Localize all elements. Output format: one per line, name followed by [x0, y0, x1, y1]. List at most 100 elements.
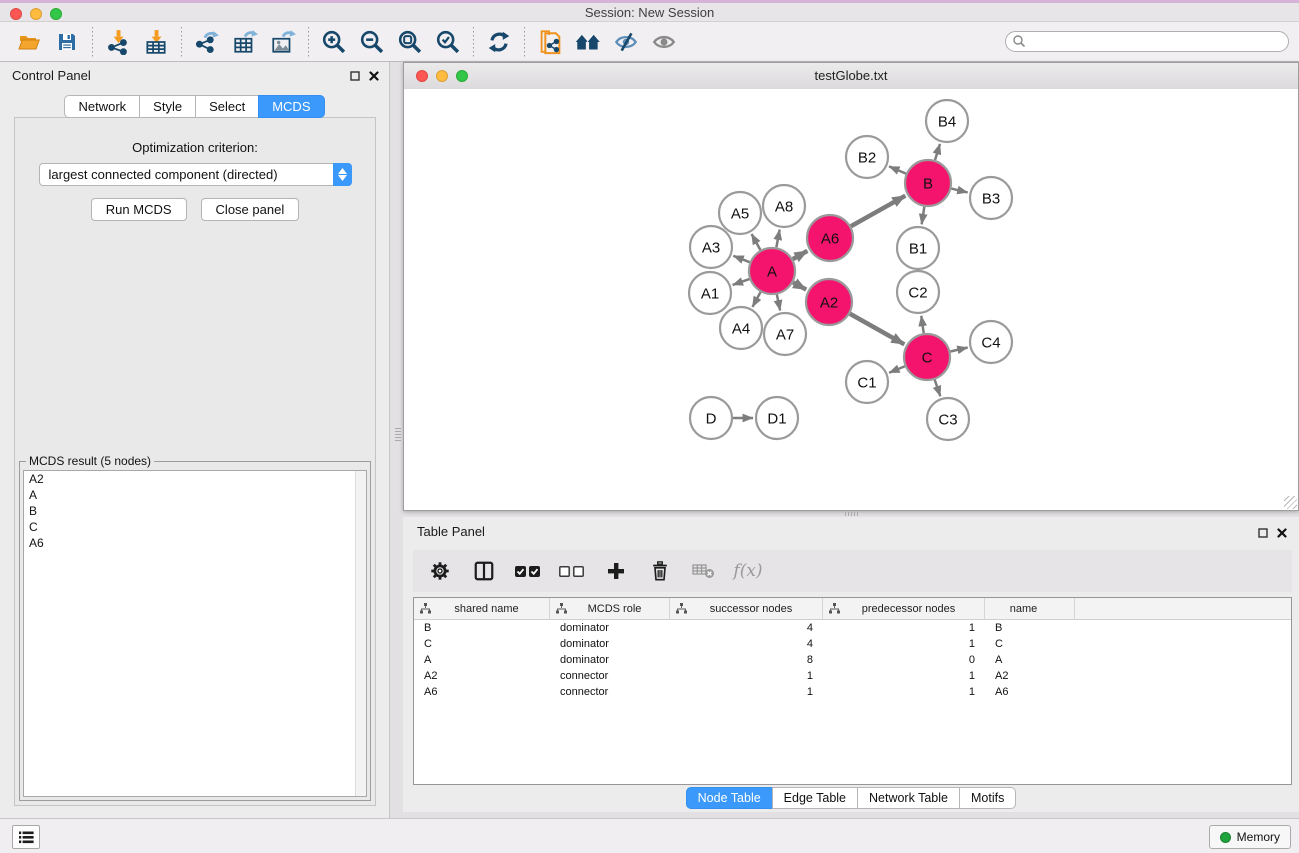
- graph-edge-B-B4[interactable]: [935, 144, 940, 160]
- close-panel-button[interactable]: Close panel: [201, 198, 300, 221]
- mcds-result-item[interactable]: C: [24, 519, 366, 535]
- window-resize-grip[interactable]: [1284, 496, 1297, 509]
- open-folder-icon[interactable]: [10, 25, 48, 59]
- mcds-result-item[interactable]: B: [24, 503, 366, 519]
- add-column-icon[interactable]: [601, 554, 631, 588]
- function-builder-icon[interactable]: f(x): [733, 554, 763, 588]
- memory-button[interactable]: Memory: [1209, 825, 1291, 849]
- hide-visibility-icon[interactable]: [607, 25, 645, 59]
- graph-edge-A-A3[interactable]: [733, 256, 749, 262]
- import-network-icon[interactable]: [99, 25, 137, 59]
- graph-edge-B-B1[interactable]: [922, 207, 925, 225]
- column-header-predecessor-nodes[interactable]: predecessor nodes: [823, 598, 985, 619]
- graph-edge-A-A2[interactable]: [793, 282, 806, 289]
- graph-edge-C-C2[interactable]: [921, 316, 923, 333]
- graph-node-B4[interactable]: B4: [926, 100, 968, 142]
- mcds-result-item[interactable]: A6: [24, 535, 366, 551]
- export-image-icon[interactable]: [264, 25, 302, 59]
- graph-edge-B-B2[interactable]: [889, 166, 906, 173]
- show-visibility-icon[interactable]: [645, 25, 683, 59]
- optimization-criterion-select[interactable]: largest connected component (directed): [39, 163, 352, 186]
- network-canvas[interactable]: A A1 A2 A3 A4 A5 A6 A7 A8 B B1 B2 B3B4 C C1 C2 C3C4 D D1: [404, 89, 1298, 510]
- graph-edge-A-A4[interactable]: [752, 292, 760, 307]
- tab-node-table[interactable]: Node Table: [686, 787, 773, 809]
- column-header-shared-name[interactable]: shared name: [414, 598, 550, 619]
- graph-node-B1[interactable]: B1: [897, 227, 939, 269]
- graph-node-B2[interactable]: B2: [846, 136, 888, 178]
- select-all-checked-icon[interactable]: [513, 554, 543, 588]
- table-row[interactable]: A6connector11A6: [414, 684, 1291, 700]
- deselect-all-icon[interactable]: [557, 554, 587, 588]
- graph-node-A3[interactable]: A3: [690, 226, 732, 268]
- graph-edge-B-B3[interactable]: [951, 189, 967, 193]
- graph-node-A8[interactable]: A8: [763, 185, 805, 227]
- split-divider-vertical[interactable]: [395, 428, 401, 442]
- graph-node-D1[interactable]: D1: [756, 397, 798, 439]
- zoom-in-icon[interactable]: [315, 25, 353, 59]
- graph-node-A7[interactable]: A7: [764, 313, 806, 355]
- tab-motifs[interactable]: Motifs: [959, 787, 1016, 809]
- graph-edge-A-A5[interactable]: [752, 234, 761, 250]
- graph-edge-A2-C[interactable]: [850, 314, 904, 345]
- graph-edge-A-A8[interactable]: [776, 230, 779, 248]
- graph-node-A6[interactable]: A6: [807, 215, 853, 261]
- graph-node-A5[interactable]: A5: [719, 192, 761, 234]
- graph-node-B3[interactable]: B3: [970, 177, 1012, 219]
- graph-node-C3[interactable]: C3: [927, 398, 969, 440]
- graph-edge-C-C1[interactable]: [889, 366, 905, 373]
- graph-node-A1[interactable]: A1: [689, 272, 731, 314]
- tab-mcds[interactable]: MCDS: [258, 95, 324, 118]
- mcds-result-item[interactable]: A2: [24, 471, 366, 487]
- tab-network[interactable]: Network: [64, 95, 140, 118]
- column-header-name[interactable]: name: [985, 598, 1075, 619]
- zoom-fit-all-icon[interactable]: [429, 25, 467, 59]
- float-panel-icon[interactable]: [350, 71, 360, 81]
- delete-column-icon[interactable]: [645, 554, 675, 588]
- close-panel-icon[interactable]: [369, 71, 379, 81]
- column-layout-icon[interactable]: [469, 554, 499, 588]
- task-history-button[interactable]: [12, 825, 40, 849]
- import-table-icon[interactable]: [137, 25, 175, 59]
- refresh-icon[interactable]: [480, 25, 518, 59]
- graph-node-A4[interactable]: A4: [720, 307, 762, 349]
- graph-edge-A6-B[interactable]: [851, 196, 905, 227]
- export-table-icon[interactable]: [226, 25, 264, 59]
- graph-node-C4[interactable]: C4: [970, 321, 1012, 363]
- tab-edge-table[interactable]: Edge Table: [772, 787, 858, 809]
- graph-node-C2[interactable]: C2: [897, 271, 939, 313]
- table-row[interactable]: A2connector11A2: [414, 668, 1291, 684]
- graph-edge-A-A1[interactable]: [733, 279, 750, 285]
- mcds-result-item[interactable]: A: [24, 487, 366, 503]
- table-row[interactable]: Cdominator41C: [414, 636, 1291, 652]
- graph-edge-C-C3[interactable]: [935, 380, 941, 397]
- mcds-list-scrollbar[interactable]: [355, 471, 366, 796]
- search-input[interactable]: [1005, 31, 1289, 52]
- graph-node-A2[interactable]: A2: [806, 279, 852, 325]
- run-mcds-button[interactable]: Run MCDS: [91, 198, 187, 221]
- column-header-successor-nodes[interactable]: successor nodes: [670, 598, 823, 619]
- home-icon[interactable]: [569, 25, 607, 59]
- graph-node-A[interactable]: A: [749, 248, 795, 294]
- graph-node-B[interactable]: B: [905, 160, 951, 206]
- tab-network-table[interactable]: Network Table: [857, 787, 960, 809]
- zoom-out-icon[interactable]: [353, 25, 391, 59]
- split-divider-horizontal[interactable]: [845, 512, 859, 516]
- graph-edge-A-A7[interactable]: [777, 295, 780, 311]
- tab-select[interactable]: Select: [195, 95, 259, 118]
- export-network-icon[interactable]: [188, 25, 226, 59]
- graph-node-C1[interactable]: C1: [846, 361, 888, 403]
- delete-table-icon[interactable]: [689, 554, 719, 588]
- close-table-panel-icon[interactable]: [1277, 528, 1287, 538]
- network-from-document-icon[interactable]: [531, 25, 569, 59]
- zoom-fit-selected-icon[interactable]: [391, 25, 429, 59]
- graph-node-D[interactable]: D: [690, 397, 732, 439]
- graph-node-C[interactable]: C: [904, 334, 950, 380]
- graph-edge-C-C4[interactable]: [950, 347, 967, 351]
- tab-style[interactable]: Style: [139, 95, 196, 118]
- save-session-icon[interactable]: [48, 25, 86, 59]
- settings-gear-icon[interactable]: [425, 554, 455, 588]
- float-table-panel-icon[interactable]: [1258, 528, 1268, 538]
- table-row[interactable]: Bdominator41B: [414, 620, 1291, 636]
- graph-edge-A-A6[interactable]: [793, 251, 808, 259]
- network-window-titlebar[interactable]: testGlobe.txt: [404, 63, 1298, 90]
